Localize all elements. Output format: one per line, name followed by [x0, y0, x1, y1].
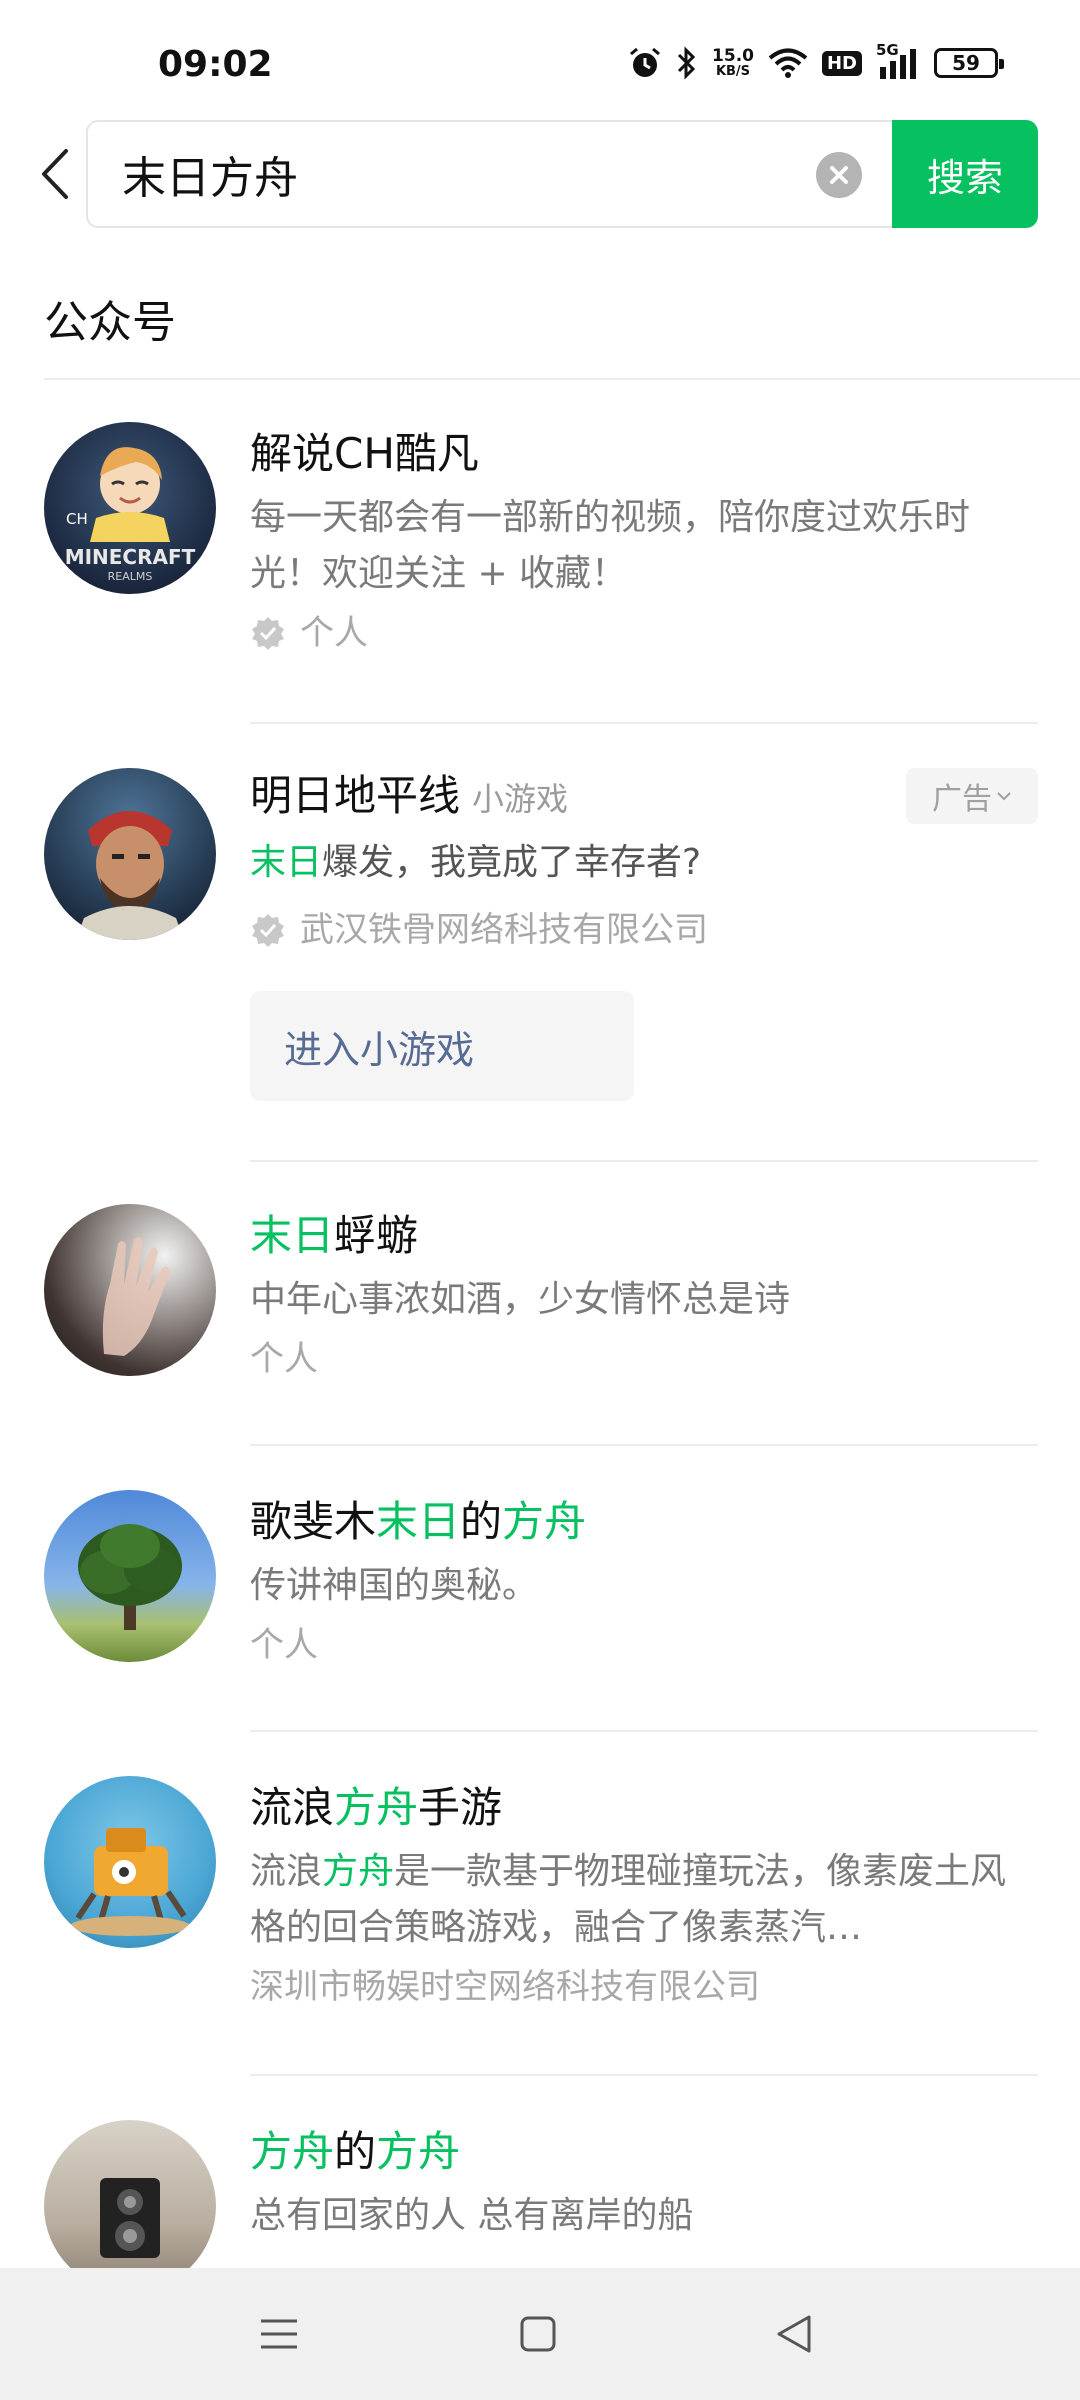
- result-title-text: 手游: [418, 1783, 503, 1832]
- verified-badge-icon: [250, 615, 286, 651]
- verified-badge-icon: [250, 912, 286, 948]
- item-divider: [250, 1444, 1038, 1446]
- network-speed-unit: KB/S: [715, 64, 751, 79]
- battery-indicator: 59: [934, 48, 1004, 78]
- highlight-text: 方舟: [502, 1497, 587, 1546]
- status-time: 09:02: [158, 44, 273, 85]
- back-button[interactable]: [30, 144, 80, 204]
- result-item[interactable]: 歌斐木末日的方舟 传讲神国的奥秘。 个人: [0, 1486, 1080, 1732]
- nav-menu-button[interactable]: [243, 2298, 315, 2370]
- item-divider: [250, 2074, 1038, 2076]
- nav-home-button[interactable]: [502, 2298, 574, 2370]
- clear-icon: [830, 166, 848, 184]
- avatar: [44, 1490, 216, 1662]
- mini-game-tag: 小游戏: [472, 780, 569, 818]
- enter-mini-game-button[interactable]: 进入小游戏: [250, 991, 634, 1101]
- hd-badge: HD: [821, 50, 862, 76]
- back-triangle-icon: [777, 2315, 811, 2353]
- result-desc: 流浪方舟是一款基于物理碰撞玩法，像素废土风格的回合策略游戏，融合了像素蒸汽…: [250, 1844, 1038, 1956]
- result-desc: 末日爆发，我竟成了幸存者?: [250, 835, 1038, 891]
- result-title: 方舟的方舟: [250, 2122, 1038, 2182]
- highlight-text: 末日: [250, 1211, 335, 1260]
- highlight-text: 方舟: [334, 1783, 419, 1832]
- item-divider: [250, 1160, 1038, 1162]
- search-input[interactable]: [122, 144, 762, 204]
- search-header: 搜索: [0, 120, 1080, 230]
- result-desc-text: 爆发，我竟成了幸存者?: [322, 842, 702, 883]
- status-icons: 15.0 KB/S HD 5G 59: [628, 41, 1004, 80]
- search-button[interactable]: 搜索: [892, 120, 1038, 228]
- search-box: [86, 120, 894, 228]
- avatar: [44, 768, 216, 940]
- status-bar: 09:02 15.0 KB/S HD 5G 59: [0, 0, 1080, 120]
- result-content: 流浪方舟手游 流浪方舟是一款基于物理碰撞玩法，像素废土风格的回合策略游戏，融合了…: [250, 1778, 1038, 2012]
- result-title: 流浪方舟手游: [250, 1778, 1038, 1838]
- wifi-icon: [768, 47, 808, 79]
- result-title-text: 蜉蝣: [334, 1211, 419, 1260]
- result-meta: 个人: [250, 608, 1038, 658]
- result-item[interactable]: 末日蜉蝣 中年心事浓如酒，少女情怀总是诗 个人: [0, 1200, 1080, 1446]
- result-desc: 总有回家的人 总有离岸的船: [250, 2195, 694, 2236]
- item-divider: [250, 722, 1038, 724]
- result-meta: 个人: [250, 1625, 318, 1665]
- avatar: [44, 1204, 216, 1376]
- result-meta: 武汉铁骨网络科技有限公司: [250, 905, 1038, 955]
- avatar-ch-text: CH: [66, 510, 88, 528]
- result-desc: 传讲神国的奥秘。: [250, 1565, 539, 1606]
- highlight-text: 末日: [250, 842, 323, 883]
- avatar-realms-text: REALMS: [108, 570, 153, 583]
- signal-icon: 5G: [876, 41, 920, 79]
- result-meta: 个人: [250, 1339, 318, 1379]
- alarm-icon: [628, 46, 662, 80]
- result-content: 方舟的方舟 总有回家的人 总有离岸的船: [250, 2122, 1038, 2244]
- system-nav-bar: [0, 2268, 1080, 2400]
- item-divider: [250, 1730, 1038, 1732]
- result-title-text: 流浪: [250, 1783, 335, 1832]
- result-meta-text: 武汉铁骨网络科技有限公司: [300, 910, 708, 950]
- result-desc: 中年心事浓如酒，少女情怀总是诗: [250, 1279, 791, 1320]
- section-title: 公众号: [44, 297, 176, 348]
- result-content: 歌斐木末日的方舟 传讲神国的奥秘。 个人: [250, 1492, 1038, 1670]
- result-title: 末日蜉蝣: [250, 1206, 1038, 1266]
- result-title-text: 的: [460, 1497, 503, 1546]
- section-divider: [44, 378, 1080, 380]
- clear-button[interactable]: [816, 152, 862, 198]
- menu-icon: [261, 2319, 297, 2349]
- ad-label: 广告: [932, 782, 992, 817]
- chevron-left-icon: [42, 149, 68, 199]
- result-desc: 每一天都会有一部新的视频，陪你度过欢乐时光！欢迎关注 + 收藏！: [250, 497, 971, 594]
- avatar-minecraft-text: MINECRAFT: [65, 545, 196, 569]
- result-content: 解说CH酷凡 每一天都会有一部新的视频，陪你度过欢乐时光！欢迎关注 + 收藏！ …: [250, 424, 1038, 658]
- highlight-text: 方舟: [322, 1851, 395, 1892]
- result-content: 末日蜉蝣 中年心事浓如酒，少女情怀总是诗 个人: [250, 1206, 1038, 1384]
- bluetooth-icon: [676, 46, 698, 80]
- result-meta-text: 个人: [300, 613, 368, 653]
- result-title-text: 的: [334, 2127, 377, 2176]
- result-item[interactable]: CH MINECRAFT REALMS 解说CH酷凡 每一天都会有一部新的视频，…: [0, 418, 1080, 724]
- chevron-down-icon: [997, 792, 1011, 801]
- result-meta: 深圳市畅娱时空网络科技有限公司: [250, 1967, 760, 2007]
- network-speed: 15.0 KB/S: [712, 46, 754, 79]
- highlight-text: 末日: [376, 1497, 461, 1546]
- avatar: [44, 1776, 216, 1948]
- ad-badge[interactable]: 广告: [906, 768, 1038, 824]
- result-title: 解说CH酷凡: [250, 429, 479, 478]
- highlight-text: 方舟: [376, 2127, 461, 2176]
- avatar: CH MINECRAFT REALMS: [44, 422, 216, 594]
- home-square-icon: [520, 2316, 556, 2352]
- result-title-text: 明日地平线: [250, 771, 461, 820]
- highlight-text: 方舟: [250, 2127, 335, 2176]
- signal-label: 5G: [876, 41, 899, 59]
- result-desc-text: 流浪: [250, 1851, 323, 1892]
- avatar: [44, 2120, 216, 2268]
- nav-back-button[interactable]: [758, 2298, 830, 2370]
- result-item-ad[interactable]: 明日地平线 小游戏 末日爆发，我竟成了幸存者? 武汉铁骨网络科技有限公司 进入小游…: [0, 760, 1080, 1162]
- result-title-text: 歌斐木: [250, 1497, 377, 1546]
- result-item[interactable]: 流浪方舟手游 流浪方舟是一款基于物理碰撞玩法，像素废土风格的回合策略游戏，融合了…: [0, 1772, 1080, 2076]
- result-item[interactable]: 方舟的方舟 总有回家的人 总有离岸的船: [0, 2116, 1080, 2268]
- result-title: 歌斐木末日的方舟: [250, 1492, 1038, 1552]
- network-speed-value: 15.0: [712, 46, 754, 66]
